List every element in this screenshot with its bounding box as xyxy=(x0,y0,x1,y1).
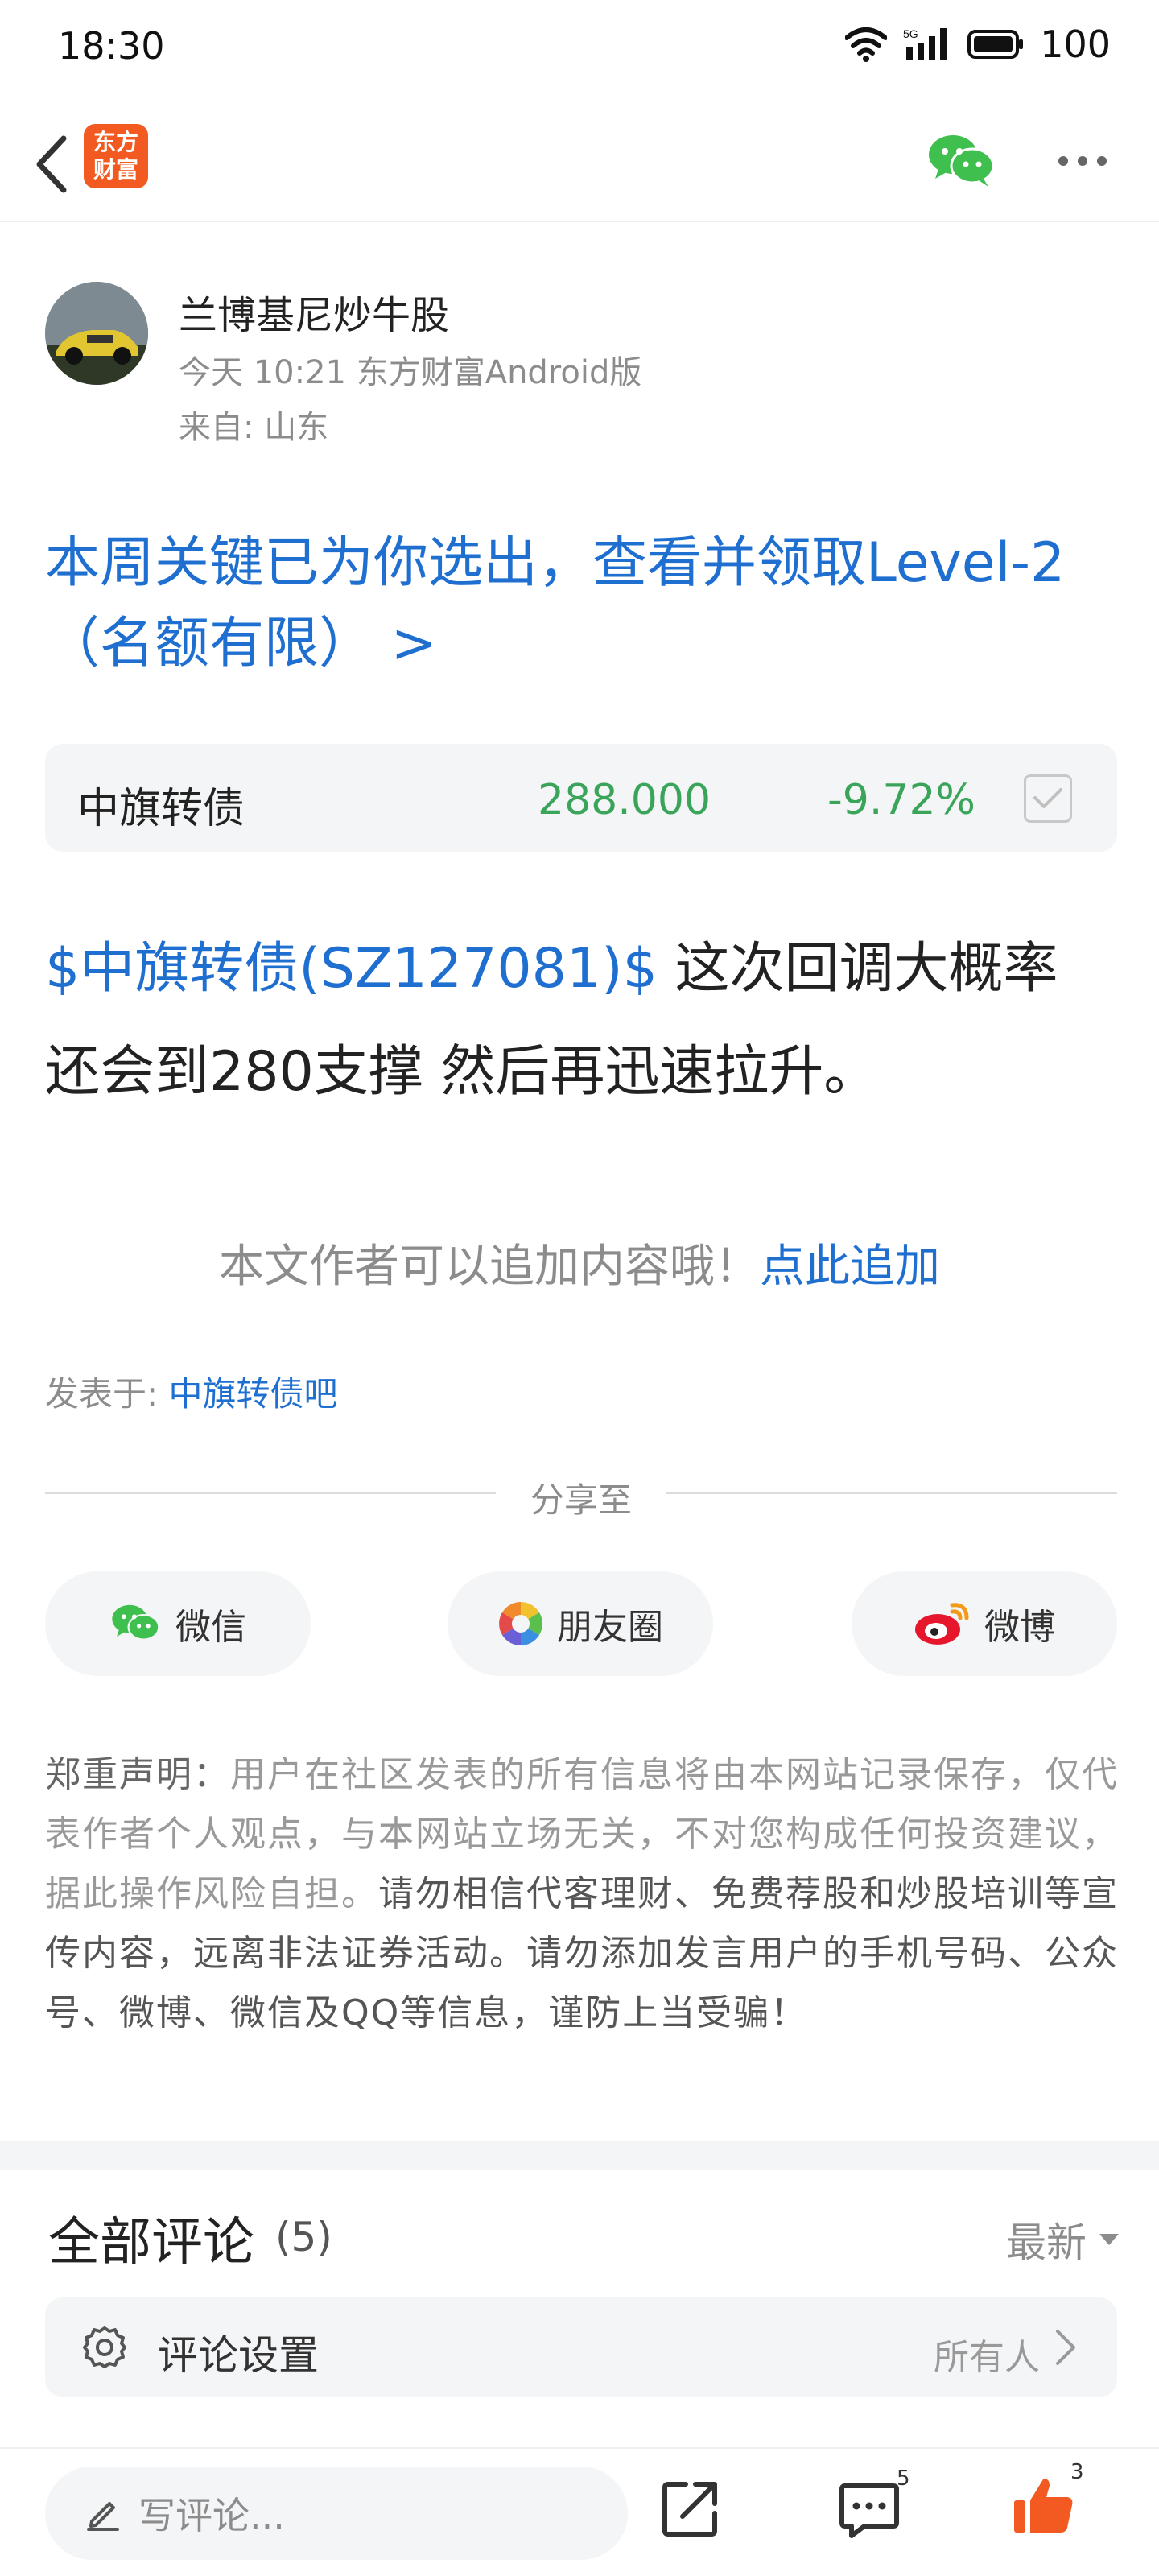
comment-settings-value: 所有人 xyxy=(934,2337,1040,2378)
wechat-share-button[interactable] xyxy=(926,129,998,193)
share-moments-label: 朋友圈 xyxy=(557,1607,663,1648)
author-block: 兰博基尼炒牛股 今天 10:21 东方财富Android版 来自: 山东 xyxy=(45,282,1116,459)
app-logo: 东方 财富 xyxy=(84,124,148,188)
stock-name: 中旗转债 xyxy=(77,785,245,833)
share-button[interactable] xyxy=(658,2476,723,2541)
gear-icon xyxy=(83,2326,126,2368)
bottom-bar: 写评论... 5 3 xyxy=(0,2447,1159,2576)
share-wechat-label: 微信 xyxy=(175,1607,246,1648)
svg-text:5G: 5G xyxy=(903,27,918,40)
post-text-2: 还会到280支撑 然后再迅速拉升。 xyxy=(45,1040,879,1104)
stock-change: -9.72% xyxy=(827,776,975,824)
stock-bar-link[interactable]: 中旗转债吧 xyxy=(169,1374,338,1414)
promo-link[interactable]: 本周关键已为你选出，查看并领取Level-2 （名额有限） > xyxy=(45,523,1124,684)
add-content-link[interactable]: 点此追加 xyxy=(760,1241,940,1293)
post-location: 来自: 山东 xyxy=(179,409,329,446)
stock-card[interactable]: 中旗转债 288.000 -9.72% xyxy=(45,744,1117,852)
weibo-icon xyxy=(915,1603,969,1645)
nav-bar: 东方 财富 xyxy=(0,105,1159,222)
posted-in: 发表于: 中旗转债吧 xyxy=(45,1367,338,1416)
section-divider xyxy=(0,2141,1159,2170)
battery-level: 100 xyxy=(1040,23,1111,66)
battery-icon xyxy=(967,30,1024,59)
comments-header: 全部评论 (5) 最新 xyxy=(48,2190,1119,2273)
stock-tag-link[interactable]: $中旗转债(SZ127081)$ xyxy=(45,937,658,1001)
promo-line-1: 本周关键已为你选出，查看并领取Level-2 xyxy=(45,531,1066,595)
comments-count: (5) xyxy=(275,2214,332,2260)
logo-line-2: 财富 xyxy=(93,156,138,183)
status-time: 18:30 xyxy=(58,24,165,68)
caret-down-icon xyxy=(1099,2234,1119,2245)
add-watchlist-checkbox[interactable] xyxy=(1024,774,1072,823)
comment-count-badge: 5 xyxy=(897,2467,910,2491)
share-weibo-button[interactable]: 微博 xyxy=(852,1571,1117,1676)
divider-line-right xyxy=(666,1492,1117,1494)
stock-price: 288.000 xyxy=(538,776,711,824)
comment-settings-label: 评论设置 xyxy=(158,2332,319,2379)
sort-label: 最新 xyxy=(1006,2219,1087,2266)
pencil-icon xyxy=(87,2502,119,2531)
more-icon-dot xyxy=(1097,156,1107,166)
wifi-icon xyxy=(845,27,888,62)
post-body: $中旗转债(SZ127081)$ 这次回调大概率 还会到280支撑 然后再迅速拉… xyxy=(45,918,1124,1124)
add-content-text: 本文作者可以追加内容哦！ xyxy=(219,1241,760,1293)
more-icon-dot xyxy=(1078,156,1087,166)
disclaimer: 郑重声明：用户在社区发表的所有信息将由本网站记录保存，仅代表作者个人观点，与本网… xyxy=(45,1745,1124,2043)
share-weibo-label: 微博 xyxy=(984,1607,1055,1648)
moments-icon xyxy=(499,1602,542,1645)
status-icons: 5G 100 xyxy=(845,23,1111,66)
back-button[interactable] xyxy=(19,124,84,204)
like-button[interactable]: 3 xyxy=(1011,2460,1084,2545)
status-bar: 18:30 5G 100 xyxy=(0,0,1159,97)
share-divider: 分享至 xyxy=(45,1468,1117,1520)
promo-line-2: （名额有限） > xyxy=(45,612,437,675)
author-name[interactable]: 兰博基尼炒牛股 xyxy=(179,283,449,340)
share-moments-button[interactable]: 朋友圈 xyxy=(448,1571,713,1676)
thumbs-up-icon xyxy=(1014,2479,1073,2533)
like-count-badge: 3 xyxy=(1070,2460,1084,2484)
posted-in-label: 发表于: xyxy=(45,1374,169,1414)
share-out-icon xyxy=(662,2482,717,2537)
more-button[interactable] xyxy=(1046,129,1119,193)
share-label: 分享至 xyxy=(530,1480,632,1520)
back-arrow-icon xyxy=(36,135,67,193)
avatar-car-image xyxy=(45,282,148,385)
comment-icon xyxy=(839,2483,899,2538)
add-content-prompt: 本文作者可以追加内容哦！点此追加 xyxy=(0,1230,1159,1295)
wechat-icon xyxy=(112,1604,160,1641)
write-comment-placeholder: 写评论... xyxy=(138,2494,285,2537)
chevron-right-icon xyxy=(1056,2330,1075,2365)
logo-line-1: 东方 xyxy=(93,129,138,155)
write-comment-input[interactable]: 写评论... xyxy=(45,2467,628,2560)
avatar[interactable] xyxy=(45,282,148,385)
post-meta: 今天 10:21 东方财富Android版 xyxy=(179,354,642,391)
share-wechat-button[interactable]: 微信 xyxy=(45,1571,311,1676)
comments-button[interactable]: 5 xyxy=(837,2467,910,2544)
disclaimer-title: 郑重声明： xyxy=(45,1754,230,1795)
comments-title: 全部评论 xyxy=(48,2213,254,2273)
signal-icon: 5G xyxy=(903,27,947,60)
check-icon xyxy=(1033,788,1062,808)
wechat-icon xyxy=(929,135,995,187)
post-line-1: $中旗转债(SZ127081)$ 这次回调大概率 xyxy=(45,918,1124,1021)
sort-dropdown[interactable]: 最新 xyxy=(1006,2211,1119,2268)
post-text-1: 这次回调大概率 xyxy=(657,937,1058,1001)
more-icon xyxy=(1058,156,1068,166)
comment-settings-row[interactable]: 评论设置 所有人 xyxy=(45,2297,1117,2397)
